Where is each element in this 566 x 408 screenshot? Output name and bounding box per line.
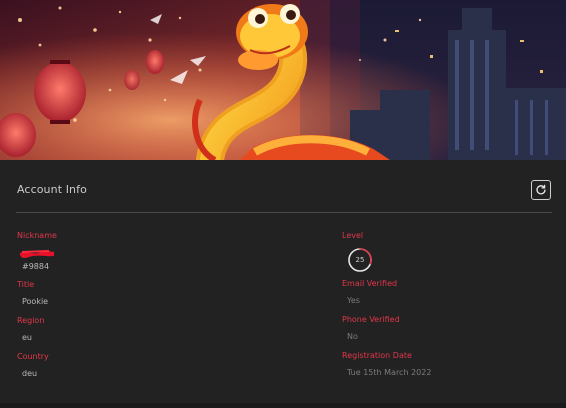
refresh-icon	[536, 184, 546, 195]
level-indicator: 25	[347, 247, 373, 273]
email-verified-label: Email Verified	[342, 279, 398, 288]
panel-bottom-edge	[0, 403, 566, 408]
nickname-tag: #9884	[22, 262, 50, 271]
email-verified-value: Yes	[347, 296, 360, 305]
region-label: Region	[17, 316, 45, 325]
phone-verified-value: No	[347, 332, 358, 341]
refresh-button[interactable]	[531, 180, 551, 200]
section-title: Account Info	[17, 183, 87, 196]
profile-banner	[0, 0, 566, 160]
registration-date-label: Registration Date	[342, 351, 412, 360]
account-page: Account Info Nickname #9884 Title Pookie…	[0, 0, 566, 408]
region-value: eu	[22, 333, 32, 342]
level-label: Level	[342, 231, 364, 240]
phone-verified-label: Phone Verified	[342, 315, 400, 324]
registration-date-value: Tue 15th March 2022	[347, 368, 432, 377]
title-label: Title	[17, 280, 35, 289]
country-value: deu	[22, 369, 38, 378]
account-info-panel: Account Info Nickname #9884 Title Pookie…	[0, 160, 566, 408]
country-label: Country	[17, 352, 49, 361]
redacted-nickname	[20, 250, 54, 258]
banner-illustration	[0, 0, 566, 160]
title-value: Pookie	[22, 297, 49, 306]
nickname-label: Nickname	[17, 231, 57, 240]
level-value: 25	[355, 256, 365, 264]
section-divider	[16, 212, 552, 213]
